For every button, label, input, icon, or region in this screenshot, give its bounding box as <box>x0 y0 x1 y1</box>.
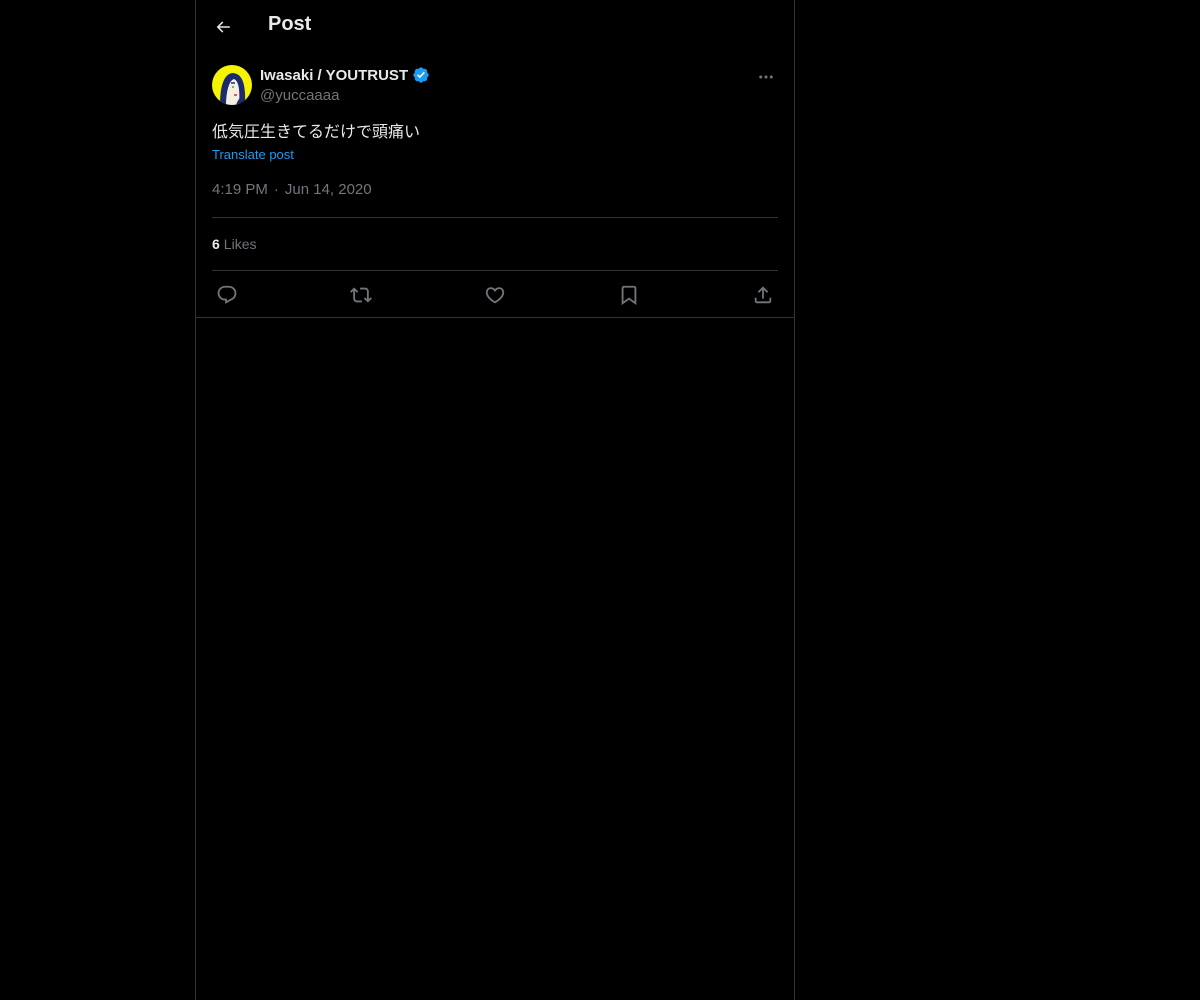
likes-label: Likes <box>223 236 257 252</box>
more-horizontal-icon <box>757 68 775 86</box>
reply-icon <box>216 284 238 306</box>
more-options-button[interactable] <box>754 65 778 89</box>
back-button[interactable] <box>208 10 238 44</box>
share-button[interactable] <box>750 282 776 308</box>
reply-button[interactable] <box>214 282 240 308</box>
verified-badge-icon <box>412 66 430 84</box>
post-detail-column: Post Iwasaki / YOUTRUST @yuccaaaa 低気圧生きて… <box>195 0 795 1000</box>
bookmark-icon <box>618 284 640 306</box>
bookmark-button[interactable] <box>616 282 642 308</box>
post-time[interactable]: 4:19 PM <box>212 181 268 198</box>
author-name-text: Iwasaki / YOUTRUST <box>260 66 409 84</box>
page-header: Post <box>196 0 794 53</box>
heart-icon <box>484 284 506 306</box>
author-row: Iwasaki / YOUTRUST @yuccaaaa <box>212 53 778 113</box>
post-divider <box>196 317 794 318</box>
post-timestamp: 4:19 PM · Jun 14, 2020 <box>212 181 778 218</box>
avatar[interactable] <box>212 65 252 105</box>
likes-count: 6 <box>212 236 220 252</box>
like-button[interactable] <box>482 282 508 308</box>
translate-post-link[interactable]: Translate post <box>212 147 294 162</box>
share-icon <box>752 284 774 306</box>
page-title: Post <box>268 13 312 35</box>
author-display-name[interactable]: Iwasaki / YOUTRUST <box>260 66 430 84</box>
action-bar <box>212 271 778 318</box>
post-date[interactable]: Jun 14, 2020 <box>285 181 372 198</box>
repost-button[interactable] <box>348 282 374 308</box>
post-text: 低気圧生きてるだけで頭痛い <box>212 122 421 141</box>
likes-row[interactable]: 6 Likes <box>212 218 778 271</box>
timestamp-separator: · <box>273 181 279 198</box>
arrow-left-icon <box>214 18 232 36</box>
author-handle[interactable]: @yuccaaaa <box>260 87 339 104</box>
repost-icon <box>350 284 372 306</box>
post: Iwasaki / YOUTRUST @yuccaaaa 低気圧生きてるだけで頭… <box>196 53 794 318</box>
